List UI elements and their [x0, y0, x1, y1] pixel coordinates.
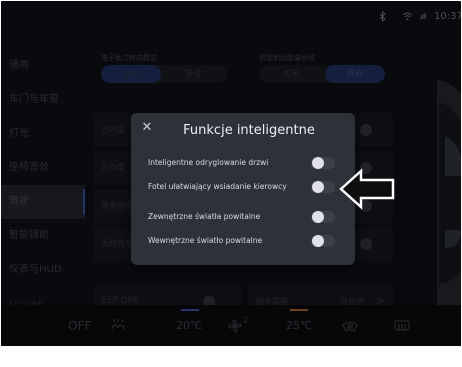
arrow-left-outline-icon	[337, 167, 397, 211]
smart-door-unlock-toggle[interactable]	[311, 157, 335, 169]
dialog-title: Funkcje inteligentne	[183, 123, 315, 138]
option-label: Fotel ułatwiający wsiadanie kierowcy	[148, 182, 287, 191]
toggle-thumb	[312, 157, 324, 169]
option-easy-entry-seat: Fotel ułatwiający wsiadanie kierowcy	[131, 176, 355, 200]
option-label: Wewnętrzne światło powitalne	[148, 236, 263, 245]
option-smart-door-unlock: Inteligentne odryglowanie drzwi	[131, 152, 355, 176]
option-label: Inteligentne odryglowanie drzwi	[148, 158, 269, 167]
easy-entry-seat-toggle[interactable]	[311, 181, 335, 193]
toggle-thumb	[312, 211, 324, 223]
toggle-thumb	[312, 181, 324, 193]
option-label: Zewnętrzne światła powitalne	[148, 212, 261, 221]
interior-welcome-light-toggle[interactable]	[311, 235, 335, 247]
option-interior-welcome-light: Wewnętrzne światło powitalne	[131, 230, 355, 254]
exterior-welcome-lights-toggle[interactable]	[311, 211, 335, 223]
toggle-thumb	[312, 235, 324, 247]
option-exterior-welcome-lights: Zewnętrzne światła powitalne	[131, 206, 355, 230]
smart-functions-dialog: ✕ Funkcje inteligentne Inteligentne odry…	[131, 113, 355, 265]
car-settings-screen: .ııll 10:37 通用 车门与车窗 灯光 座椅音效 驾驶 智能辅助 仪表与…	[1, 1, 461, 346]
